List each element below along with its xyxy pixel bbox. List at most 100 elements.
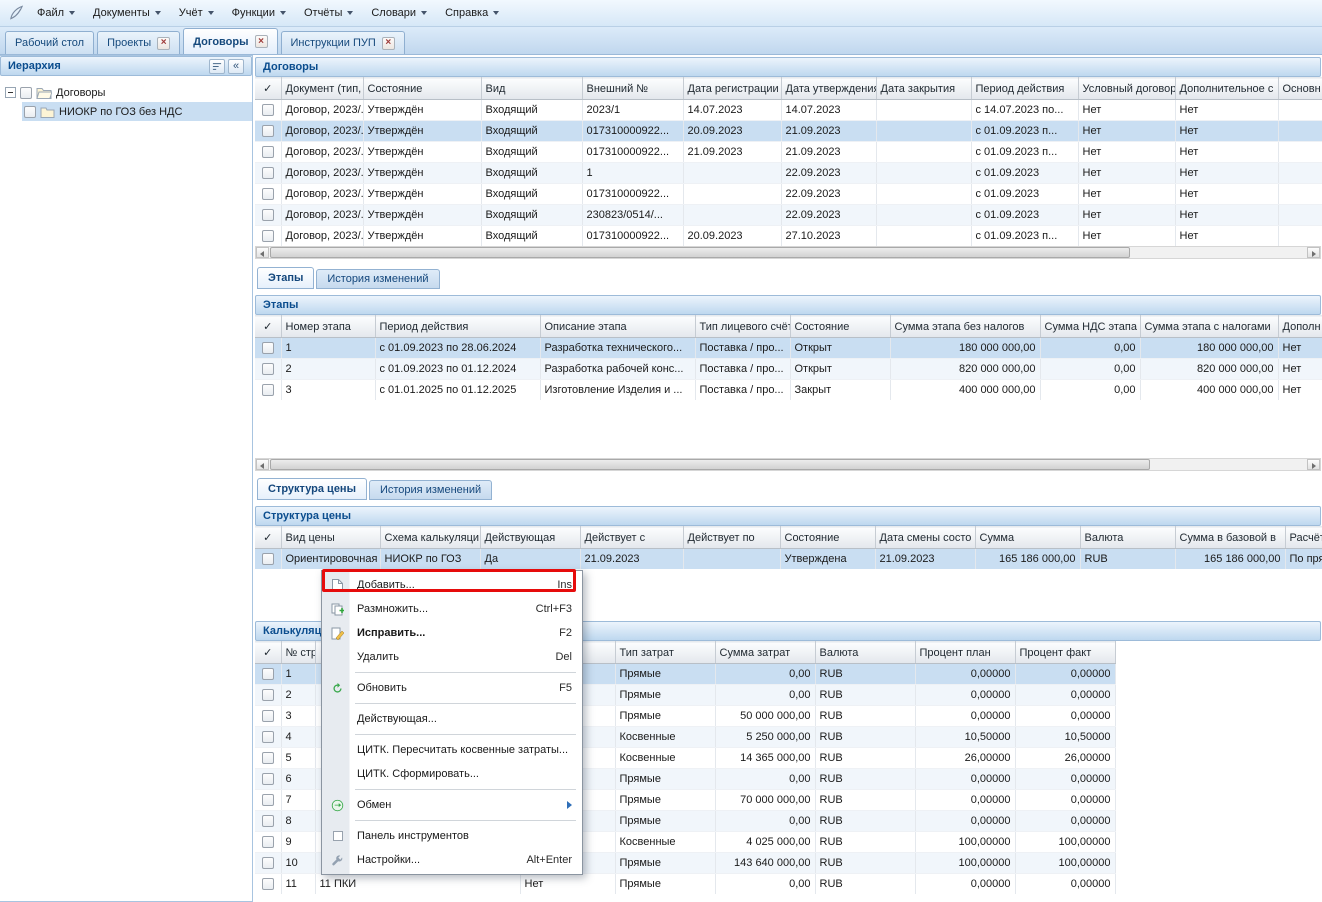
column-header[interactable]: Валюта bbox=[1080, 527, 1175, 549]
tree-node-checkbox[interactable] bbox=[20, 87, 32, 99]
column-header[interactable]: № стр... bbox=[281, 642, 315, 664]
menubar-item[interactable]: Справка bbox=[436, 2, 508, 24]
row-checkbox[interactable] bbox=[262, 815, 274, 827]
select-all-column-header[interactable]: ✓ bbox=[255, 527, 281, 549]
column-header[interactable]: Состояние bbox=[790, 316, 890, 338]
table-row[interactable]: 1с 01.09.2023 по 28.06.2024Разработка те… bbox=[255, 338, 1322, 359]
row-checkbox[interactable] bbox=[262, 710, 274, 722]
column-header[interactable]: Процент план bbox=[915, 642, 1015, 664]
context-menu-item[interactable]: Обмен bbox=[324, 793, 580, 817]
column-header[interactable]: Дополн bbox=[1278, 316, 1322, 338]
menubar-item[interactable]: Файл bbox=[28, 2, 84, 24]
context-menu-item[interactable]: ЦИТК. Сформировать... bbox=[324, 762, 580, 786]
table-row[interactable]: 2с 01.09.2023 по 01.12.2024Разработка ра… bbox=[255, 359, 1322, 380]
tree-node-checkbox[interactable] bbox=[24, 106, 36, 118]
column-header[interactable]: Основн bbox=[1278, 78, 1322, 100]
sort-icon[interactable] bbox=[209, 59, 225, 74]
collapse-node-icon[interactable] bbox=[5, 87, 16, 98]
context-menu-item[interactable]: Панель инструментов bbox=[324, 824, 580, 848]
scrollbar-thumb[interactable] bbox=[270, 247, 1130, 258]
context-menu-item[interactable]: Настройки...Alt+Enter bbox=[324, 848, 580, 872]
tree-node-selection[interactable]: НИОКР по ГОЗ без НДС bbox=[22, 102, 252, 121]
column-header[interactable]: Схема калькуляци bbox=[380, 527, 480, 549]
horizontal-scrollbar[interactable] bbox=[255, 458, 1321, 471]
table-row[interactable]: Договор, 2023/...УтверждёнВходящий017310… bbox=[255, 184, 1322, 205]
context-menu-item[interactable]: Размножить...Ctrl+F3 bbox=[324, 597, 580, 621]
column-header[interactable]: Тип затрат bbox=[615, 642, 715, 664]
column-header[interactable]: Период действия bbox=[375, 316, 540, 338]
table-row[interactable]: 1111 ПКИНетПрямые0,00RUB0,000000,00000 bbox=[255, 874, 1115, 895]
table-row[interactable]: Договор, 2023/...УтверждёнВходящий122.09… bbox=[255, 163, 1322, 184]
row-checkbox[interactable] bbox=[262, 209, 274, 221]
row-checkbox[interactable] bbox=[262, 104, 274, 116]
panel-tab[interactable]: История изменений bbox=[316, 269, 439, 289]
menubar-item[interactable]: Учёт bbox=[170, 2, 223, 24]
column-header[interactable]: Внешний № bbox=[582, 78, 683, 100]
workspace-tab[interactable]: Договоры bbox=[183, 28, 277, 54]
scroll-right-icon[interactable] bbox=[1307, 247, 1320, 258]
row-checkbox[interactable] bbox=[262, 363, 274, 375]
panel-tab[interactable]: Этапы bbox=[257, 267, 314, 289]
column-header[interactable]: Документ (тип, № bbox=[281, 78, 363, 100]
row-checkbox[interactable] bbox=[262, 146, 274, 158]
column-header[interactable]: Период действия bbox=[971, 78, 1078, 100]
column-header[interactable]: Тип лицевого счёт bbox=[695, 316, 790, 338]
panel-tab[interactable]: Структура цены bbox=[257, 478, 367, 500]
scrollbar-thumb[interactable] bbox=[270, 459, 1150, 470]
row-checkbox[interactable] bbox=[262, 125, 274, 137]
scroll-left-icon[interactable] bbox=[256, 459, 269, 470]
column-header[interactable]: Сумма НДС этапа bbox=[1040, 316, 1140, 338]
close-tab-icon[interactable] bbox=[157, 37, 170, 50]
row-checkbox[interactable] bbox=[262, 384, 274, 396]
row-checkbox[interactable] bbox=[262, 668, 274, 680]
row-checkbox[interactable] bbox=[262, 752, 274, 764]
scroll-right-icon[interactable] bbox=[1307, 459, 1320, 470]
menubar-item[interactable]: Отчёты bbox=[295, 2, 362, 24]
row-checkbox[interactable] bbox=[262, 857, 274, 869]
menubar-item[interactable]: Словари bbox=[362, 2, 436, 24]
context-menu-item[interactable]: ОбновитьF5 bbox=[324, 676, 580, 700]
panel-tab[interactable]: История изменений bbox=[369, 480, 492, 500]
column-header[interactable]: Процент факт bbox=[1015, 642, 1115, 664]
column-header[interactable]: Дата регистрации bbox=[683, 78, 781, 100]
column-header[interactable]: Номер этапа bbox=[281, 316, 375, 338]
table-row[interactable]: Договор, 2023/...УтверждёнВходящий017310… bbox=[255, 226, 1322, 247]
row-checkbox[interactable] bbox=[262, 794, 274, 806]
column-header[interactable]: Описание этапа bbox=[540, 316, 695, 338]
table-row[interactable]: 3с 01.01.2025 по 01.12.2025Изготовление … bbox=[255, 380, 1322, 401]
context-menu-item[interactable]: Исправить...F2 bbox=[324, 621, 580, 645]
column-header[interactable]: Валюта bbox=[815, 642, 915, 664]
table-row[interactable]: Договор, 2023/...УтверждёнВходящий2023/1… bbox=[255, 100, 1322, 121]
row-checkbox[interactable] bbox=[262, 342, 274, 354]
table-row[interactable]: Договор, 2023/...УтверждёнВходящий017310… bbox=[255, 142, 1322, 163]
column-header[interactable]: Действующая bbox=[480, 527, 580, 549]
menubar-item[interactable]: Документы bbox=[84, 2, 170, 24]
row-checkbox[interactable] bbox=[262, 689, 274, 701]
select-all-column-header[interactable]: ✓ bbox=[255, 316, 281, 338]
close-tab-icon[interactable] bbox=[382, 37, 395, 50]
row-checkbox[interactable] bbox=[262, 188, 274, 200]
table-row[interactable]: Договор, 2023/...УтверждёнВходящий017310… bbox=[255, 121, 1322, 142]
context-menu-item[interactable]: Действующая... bbox=[324, 707, 580, 731]
column-header[interactable]: Расчёт bbox=[1285, 527, 1322, 549]
column-header[interactable]: Вид цены bbox=[281, 527, 380, 549]
column-header[interactable]: Сумма затрат bbox=[715, 642, 815, 664]
row-checkbox[interactable] bbox=[262, 836, 274, 848]
column-header[interactable]: Вид bbox=[481, 78, 582, 100]
tree-node[interactable]: НИОКР по ГОЗ без НДС bbox=[0, 102, 252, 121]
column-header[interactable]: Условный договор bbox=[1078, 78, 1175, 100]
row-checkbox[interactable] bbox=[262, 878, 274, 890]
collapse-panel-icon[interactable] bbox=[228, 59, 244, 74]
row-checkbox[interactable] bbox=[262, 167, 274, 179]
column-header[interactable]: Сумма этапа без налогов bbox=[890, 316, 1040, 338]
column-header[interactable]: Дата закрытия bbox=[876, 78, 971, 100]
column-header[interactable]: Сумма bbox=[975, 527, 1080, 549]
row-checkbox[interactable] bbox=[262, 731, 274, 743]
select-all-column-header[interactable]: ✓ bbox=[255, 642, 281, 664]
column-header[interactable]: Состояние bbox=[780, 527, 875, 549]
close-tab-icon[interactable] bbox=[255, 35, 268, 48]
tree-node[interactable]: Договоры bbox=[0, 83, 252, 102]
row-checkbox[interactable] bbox=[262, 773, 274, 785]
column-header[interactable]: Состояние bbox=[363, 78, 481, 100]
row-checkbox[interactable] bbox=[262, 230, 274, 242]
